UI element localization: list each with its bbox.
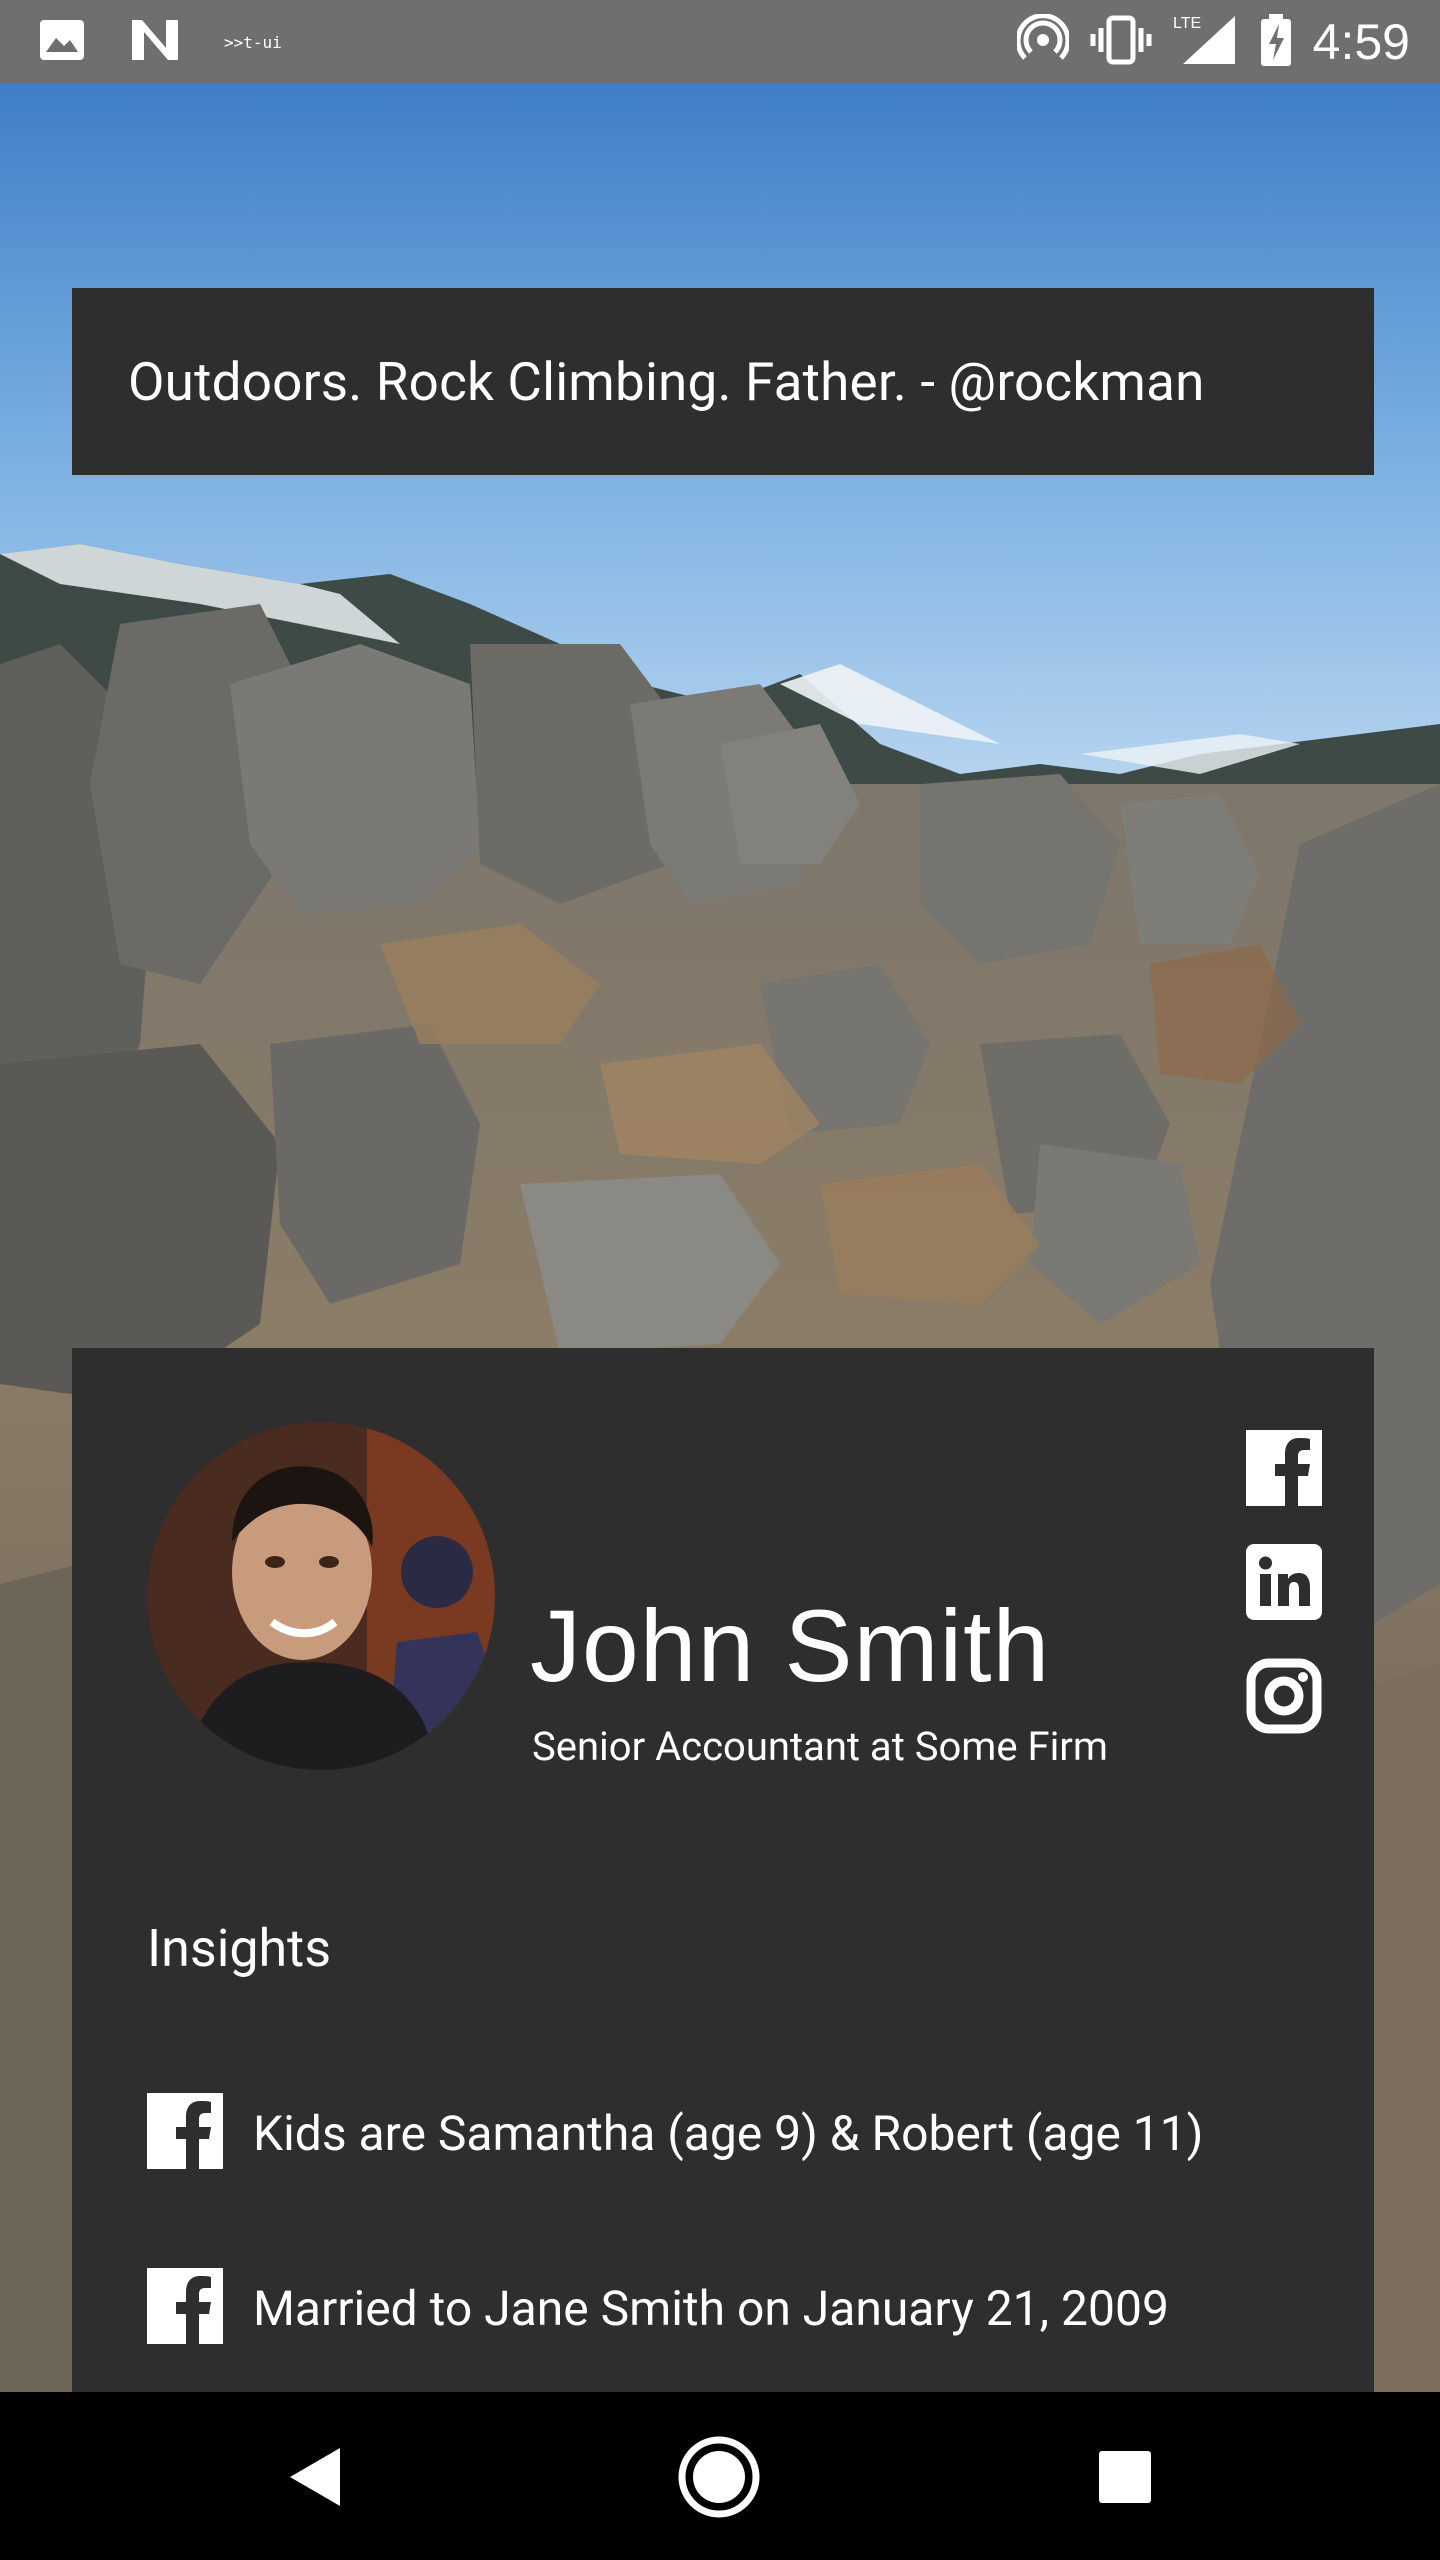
instagram-icon[interactable] (1246, 1658, 1322, 1734)
profile-name: John Smith (530, 1589, 1051, 1703)
insight-item: Kids are Samantha (age 9) & Robert (age … (147, 2093, 1203, 2173)
insights-heading: Insights (147, 1918, 332, 1979)
facebook-icon[interactable] (1246, 1430, 1322, 1506)
profile-card: John Smith Senior Accountant at Some Fir… (72, 1348, 1374, 2392)
facebook-icon (147, 2093, 223, 2173)
status-left: >>t-ui (38, 16, 282, 68)
facebook-icon (147, 2268, 223, 2348)
recents-button[interactable] (1080, 2432, 1170, 2522)
network-label: LTE (1173, 15, 1201, 32)
back-icon (290, 2448, 340, 2506)
vibrate-icon (1089, 14, 1153, 70)
recents-icon (1099, 2451, 1151, 2503)
back-button[interactable] (270, 2432, 360, 2522)
image-icon (38, 18, 86, 66)
hotspot-icon (1015, 13, 1071, 70)
avatar[interactable] (147, 1422, 495, 1770)
insight-text: Kids are Samantha (age 9) & Robert (age … (253, 2104, 1204, 2162)
status-right: LTE 4:59 (1015, 0, 1410, 84)
home-button[interactable] (674, 2432, 764, 2522)
n-logo-icon (128, 18, 182, 66)
status-bar: >>t-ui LTE 4:59 (0, 0, 1440, 84)
insight-item: Married to Jane Smith on January 21, 200… (147, 2268, 1169, 2348)
profile-title: Senior Accountant at Some Firm (532, 1723, 1108, 1770)
nav-bar (0, 2392, 1440, 2560)
signal-icon: LTE (1173, 14, 1239, 70)
status-time: 4:59 (1312, 14, 1410, 70)
quote-card: Outdoors. Rock Climbing. Father. - @rock… (72, 288, 1374, 475)
dev-label: >>t-ui (224, 32, 282, 52)
insight-text: Married to Jane Smith on January 21, 200… (253, 2279, 1169, 2337)
linkedin-icon[interactable] (1246, 1544, 1322, 1620)
battery-charging-icon (1259, 14, 1293, 70)
quote-text: Outdoors. Rock Climbing. Father. - @rock… (128, 350, 1205, 413)
avatar-image (147, 1422, 495, 1770)
home-icon (678, 2436, 760, 2518)
